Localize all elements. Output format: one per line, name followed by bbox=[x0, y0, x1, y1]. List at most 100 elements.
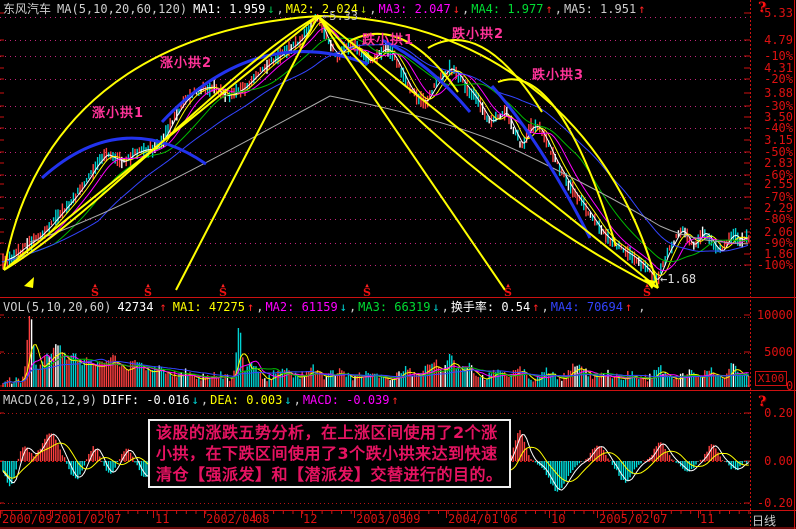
sell-letter: S bbox=[502, 288, 514, 298]
stock-chart-window: 东风汽车 MA(5,10,20,60,120) MA1: 1.959↓,MA2:… bbox=[0, 0, 796, 529]
price-scale-label: 3.88 bbox=[751, 87, 793, 99]
date-label: 11 bbox=[700, 513, 714, 526]
separator: , bbox=[277, 2, 284, 16]
ma-trend-arrow: ↓ bbox=[267, 2, 274, 16]
vol-ma-label: MA2: 61159 bbox=[265, 300, 337, 314]
price-scale-label: -20% bbox=[751, 73, 793, 85]
ma-trend-arrow: ↓ bbox=[453, 2, 460, 16]
note-line: 小拱，在下跌区间使用了3个跌小拱来达到快速 bbox=[156, 443, 503, 464]
date-label: 2004/01 bbox=[448, 513, 499, 526]
separator: , bbox=[555, 2, 562, 16]
sell-letter: S bbox=[142, 288, 154, 298]
macd-trend-arrow: ↑ bbox=[392, 393, 399, 407]
note-line: 清仓【强派发】和【潜派发】交替进行的目的。 bbox=[156, 464, 503, 485]
macd-label: MACD: -0.039 bbox=[303, 393, 390, 407]
macd-trend-arrow: ↓ bbox=[284, 393, 291, 407]
price-scale-label: -100% bbox=[751, 259, 793, 271]
vol-ma-label: 换手率: 0.54 bbox=[451, 300, 530, 314]
vol-value-arrow: ↑ bbox=[160, 300, 167, 314]
arch-annotation: 跌小拱2 bbox=[452, 23, 504, 42]
macd-values: DIFF: -0.016↓,DEA: 0.003↓,MACD: -0.039↑ bbox=[103, 393, 399, 407]
separator: , bbox=[256, 300, 263, 314]
macd-scale-label: -0.20 bbox=[751, 497, 793, 509]
date-label: 2005/02 bbox=[599, 513, 650, 526]
sell-signal-mark: ▲S bbox=[142, 283, 154, 298]
macd-label: DIFF: -0.016 bbox=[103, 393, 190, 407]
sell-letter: S bbox=[641, 288, 653, 298]
arch-annotation: 涨小拱1 bbox=[92, 102, 144, 121]
stock-name: 东风汽车 bbox=[3, 2, 51, 16]
sell-signal-mark: ▲S bbox=[217, 283, 229, 298]
date-label: 11 bbox=[155, 513, 169, 526]
annotation-note-box: 该股的涨跌五势分析，在上涨区间使用了2个涨 小拱，在下跌区间使用了3个跌小拱来达… bbox=[148, 419, 511, 488]
date-label: 2003/05 bbox=[356, 513, 407, 526]
vol-ma-label: MA3: 66319 bbox=[358, 300, 430, 314]
vol-value: 42734 bbox=[117, 300, 153, 314]
ma-values: MA1: 1.959↓,MA2: 2.024↓,MA3: 2.047↓,MA4:… bbox=[193, 2, 645, 16]
vol-ma-trend-arrow: ↓ bbox=[432, 300, 439, 314]
separator: , bbox=[349, 300, 356, 314]
macd-indicator-label: MACD(26,12,9) bbox=[3, 393, 97, 407]
date-label: 07 bbox=[653, 513, 667, 526]
date-label: 08 bbox=[255, 513, 269, 526]
macd-scale-label: 0.00 bbox=[751, 455, 793, 467]
vol-ma-trend-arrow: ↑ bbox=[247, 300, 254, 314]
separator: , bbox=[369, 2, 376, 16]
help-icon[interactable]: ? bbox=[758, 394, 766, 410]
separator: , bbox=[541, 300, 548, 314]
ma-trend-arrow: ↓ bbox=[360, 2, 367, 16]
ma-label: MA4: 1.977 bbox=[471, 2, 543, 16]
peak-price-label: ←5.33 bbox=[322, 9, 358, 23]
note-line: 该股的涨跌五势分析，在上涨区间使用了2个涨 bbox=[156, 422, 503, 443]
macd-indicator-bar: MACD(26,12,9) DIFF: -0.016↓,DEA: 0.003↓,… bbox=[3, 393, 399, 407]
separator: , bbox=[201, 393, 208, 407]
ma-trend-arrow: ↑ bbox=[638, 2, 645, 16]
vol-ma-trend-arrow: ↑ bbox=[625, 300, 632, 314]
sell-signal-mark: ▲S bbox=[502, 283, 514, 298]
low-price-label: ←1.68 bbox=[660, 272, 696, 286]
arch-annotation: 跌小拱3 bbox=[532, 64, 584, 83]
volume-unit-label: X100 bbox=[758, 372, 785, 385]
vol-indicator-label: VOL(5,10,20,60) bbox=[3, 300, 111, 314]
ma-trend-arrow: ↑ bbox=[545, 2, 552, 16]
volume-zero-label: 0 bbox=[786, 379, 793, 393]
volume-unit-box: X100 bbox=[755, 371, 787, 386]
separator: , bbox=[442, 300, 449, 314]
sell-signal-mark: ▲S bbox=[89, 283, 101, 298]
date-label: 2002/04 bbox=[206, 513, 257, 526]
vol-ma-label: MA4: 70694 bbox=[551, 300, 623, 314]
price-scale-label: 2.55 bbox=[751, 178, 793, 190]
sell-letter: S bbox=[217, 288, 229, 298]
price-scale-label: -80% bbox=[751, 213, 793, 225]
date-label: 10 bbox=[551, 513, 565, 526]
date-label: 07 bbox=[107, 513, 121, 526]
arch-annotation: 跌小拱1 bbox=[362, 29, 414, 48]
arch-annotation: 涨小拱2 bbox=[160, 52, 212, 71]
vol-ma-label: MA1: 47275 bbox=[173, 300, 245, 314]
separator: , bbox=[638, 300, 645, 314]
sell-signal-mark: ▲S bbox=[641, 283, 653, 298]
volume-scale-label: 10000 bbox=[751, 309, 793, 321]
macd-trend-arrow: ↓ bbox=[192, 393, 199, 407]
help-icon[interactable]: ? bbox=[758, 0, 766, 16]
ma-label: MA5: 1.951 bbox=[564, 2, 636, 16]
date-label: 2000/09 bbox=[2, 513, 53, 526]
vol-ma-values: MA1: 47275↑,MA2: 61159↓,MA3: 66319↓,换手率:… bbox=[173, 300, 632, 314]
vol-ma-trend-arrow: ↓ bbox=[340, 300, 347, 314]
macd-label: DEA: 0.003 bbox=[210, 393, 282, 407]
price-scale-label: 4.79 bbox=[751, 34, 793, 46]
separator: , bbox=[462, 2, 469, 16]
date-label: 12 bbox=[303, 513, 317, 526]
vol-ma-trend-arrow: ↑ bbox=[532, 300, 539, 314]
volume-scale-label: 5000 bbox=[751, 346, 793, 358]
separator: , bbox=[294, 393, 301, 407]
ma-label: MA1: 1.959 bbox=[193, 2, 265, 16]
ma-indicator-label: MA(5,10,20,60,120) bbox=[57, 2, 187, 16]
sell-letter: S bbox=[361, 288, 373, 298]
period-label[interactable]: 日线 bbox=[752, 512, 776, 529]
sell-signal-mark: ▲S bbox=[361, 283, 373, 298]
ma-label: MA3: 2.047 bbox=[379, 2, 451, 16]
date-label: 2001/02 bbox=[54, 513, 105, 526]
date-label: 09 bbox=[406, 513, 420, 526]
date-label: 06 bbox=[503, 513, 517, 526]
